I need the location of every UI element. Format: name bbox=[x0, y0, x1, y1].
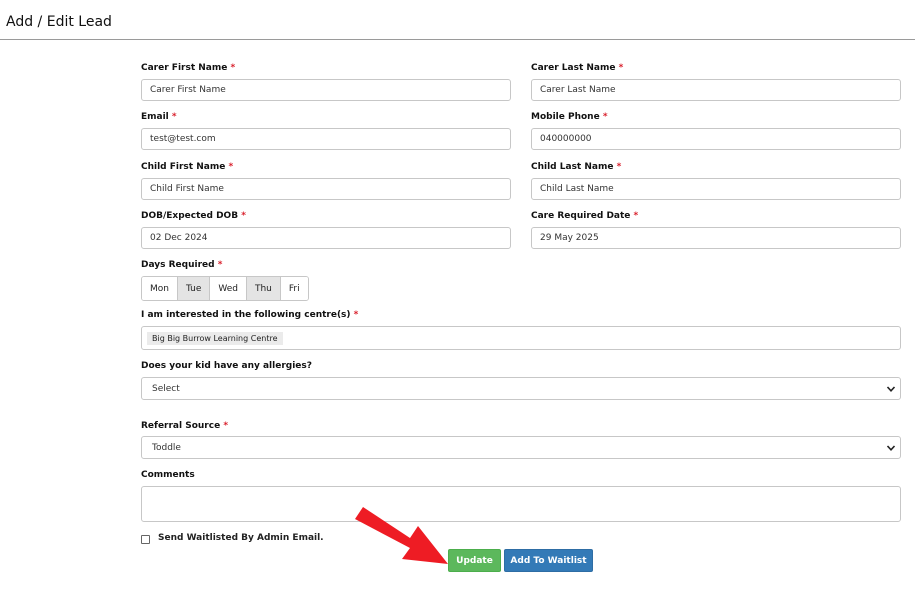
centre-chip[interactable]: Big Big Burrow Learning Centre bbox=[147, 331, 283, 345]
child-first-name-label: Child First Name * bbox=[141, 162, 234, 172]
required-marker: * bbox=[616, 162, 622, 172]
required-marker: * bbox=[353, 310, 359, 320]
comments-label: Comments bbox=[141, 470, 195, 480]
day-toggle-wed[interactable]: Wed bbox=[209, 277, 246, 300]
days-required-toggle-group: Mon Tue Wed Thu Fri bbox=[141, 276, 309, 301]
required-marker: * bbox=[223, 421, 229, 431]
update-button[interactable]: Update bbox=[448, 549, 501, 572]
mobile-phone-label: Mobile Phone * bbox=[531, 112, 608, 122]
child-first-name-input[interactable]: Child First Name bbox=[141, 178, 511, 200]
required-marker: * bbox=[618, 63, 624, 73]
centres-label: I am interested in the following centre(… bbox=[141, 310, 359, 320]
send-waitlisted-email-checkbox[interactable] bbox=[141, 535, 150, 544]
day-toggle-tue[interactable]: Tue bbox=[176, 277, 210, 300]
centres-multiselect[interactable]: Big Big Burrow Learning Centre bbox=[141, 326, 901, 350]
carer-last-name-label: Carer Last Name * bbox=[531, 63, 624, 73]
add-to-waitlist-button[interactable]: Add To Waitlist bbox=[504, 549, 593, 572]
dob-date-input[interactable]: 02 Dec 2024 bbox=[141, 227, 511, 249]
child-last-name-label: Child Last Name * bbox=[531, 162, 622, 172]
email-label: Email * bbox=[141, 112, 177, 122]
referral-source-value: Toddle bbox=[152, 442, 181, 453]
carer-first-name-label: Carer First Name * bbox=[141, 63, 236, 73]
email-input[interactable]: test@test.com bbox=[141, 128, 511, 150]
allergies-select[interactable]: Select bbox=[141, 377, 901, 400]
mobile-phone-input[interactable]: 040000000 bbox=[531, 128, 901, 150]
chevron-down-icon bbox=[886, 445, 896, 451]
required-marker: * bbox=[171, 112, 177, 122]
comments-textarea[interactable] bbox=[141, 486, 901, 522]
required-marker: * bbox=[633, 211, 639, 221]
page-title: Add / Edit Lead bbox=[6, 14, 112, 30]
page-header bbox=[0, 0, 915, 40]
carer-last-name-input[interactable]: Carer Last Name bbox=[531, 79, 901, 101]
required-marker: * bbox=[217, 260, 223, 270]
red-arrow-icon bbox=[355, 507, 448, 564]
child-last-name-input[interactable]: Child Last Name bbox=[531, 178, 901, 200]
required-marker: * bbox=[230, 63, 236, 73]
day-toggle-mon[interactable]: Mon bbox=[142, 277, 177, 300]
allergies-label: Does your kid have any allergies? bbox=[141, 361, 312, 371]
required-marker: * bbox=[241, 211, 246, 221]
care-required-date-input[interactable]: 29 May 2025 bbox=[531, 227, 901, 249]
day-toggle-fri[interactable]: Fri bbox=[279, 277, 308, 300]
day-toggle-thu[interactable]: Thu bbox=[245, 277, 280, 300]
required-marker: * bbox=[602, 112, 608, 122]
send-waitlisted-email-label: Send Waitlisted By Admin Email. bbox=[158, 533, 324, 543]
referral-source-select[interactable]: Toddle bbox=[141, 436, 901, 459]
allergies-select-value: Select bbox=[152, 383, 180, 394]
required-marker: * bbox=[228, 162, 234, 172]
referral-source-label: Referral Source * bbox=[141, 421, 229, 431]
carer-first-name-input[interactable]: Carer First Name bbox=[141, 79, 511, 101]
chevron-down-icon bbox=[886, 386, 896, 392]
dob-label: DOB/Expected DOB * bbox=[141, 211, 246, 221]
days-required-label: Days Required * bbox=[141, 260, 223, 270]
care-required-date-label: Care Required Date * bbox=[531, 211, 639, 221]
